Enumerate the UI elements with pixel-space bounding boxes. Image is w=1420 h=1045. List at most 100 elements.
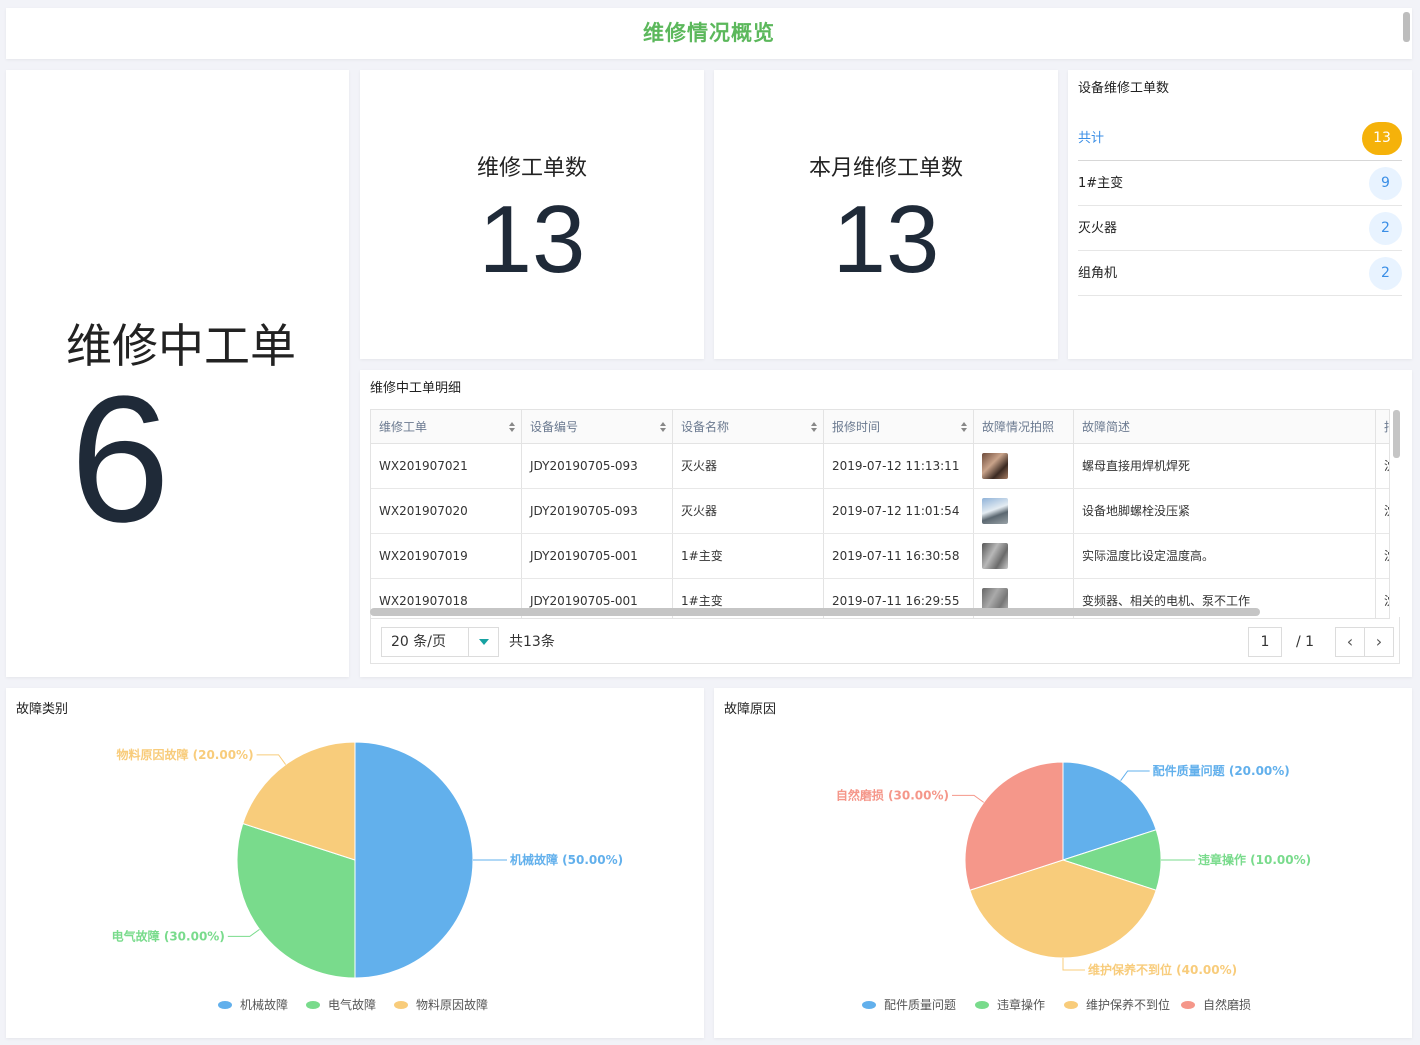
total-count: 共13条: [509, 634, 555, 650]
pie-label-line: [1120, 770, 1150, 782]
fault-reason-title: 故障原因: [724, 702, 777, 717]
page-title: 维修情况概览: [643, 21, 775, 45]
cell-name: 灭火器: [673, 489, 824, 533]
header-bar: 维修情况概览: [6, 8, 1412, 59]
table-row[interactable]: WX201907019 JDY20190705-001 1#主变 2019-07…: [371, 534, 1389, 579]
column-header-more: 报: [1376, 410, 1389, 443]
legend-marker-icon[interactable]: [394, 1001, 408, 1009]
equipment-total-badge: 13: [1362, 122, 1402, 155]
equipment-orders-title: 设备维修工单数: [1078, 81, 1170, 96]
cell-more: 沈: [1376, 534, 1389, 578]
list-item[interactable]: 组角机 2: [1078, 251, 1402, 296]
legend-marker-icon[interactable]: [862, 1001, 876, 1009]
pagination: 20 条/页 共13条 1 / 1 ‹ ›: [370, 617, 1400, 664]
cell-order: WX201907021: [371, 444, 522, 488]
equipment-orders-card: 设备维修工单数 共计 13 1#主变 9 灭火器 2 组角机 2: [1068, 70, 1412, 359]
pie-label-line: [1062, 958, 1085, 971]
legend-label[interactable]: 物料原因故障: [416, 997, 488, 1012]
sort-icon[interactable]: [660, 422, 666, 432]
equipment-item-label: 1#主变: [1078, 176, 1124, 191]
legend-label[interactable]: 违章操作: [997, 997, 1045, 1012]
list-item[interactable]: 灭火器 2: [1078, 206, 1402, 251]
legend-label[interactable]: 维护保养不到位: [1086, 997, 1170, 1012]
cell-order: WX201907020: [371, 489, 522, 533]
pie-label: 物料原因故障 (20.00%): [116, 747, 253, 762]
detail-card: 维修中工单明细 维修工单 设备编号 设备名称 报修时间 故障情况拍照 故障简述 …: [360, 370, 1412, 677]
equipment-item-label: 灭火器: [1078, 221, 1118, 236]
cell-photo: [974, 444, 1074, 488]
chevron-right-icon: ›: [1375, 632, 1383, 651]
sort-icon[interactable]: [961, 422, 967, 432]
prev-page-button[interactable]: ‹: [1335, 627, 1365, 657]
cell-name: 1#主变: [673, 534, 824, 578]
cell-code: JDY20190705-093: [522, 489, 673, 533]
pie-label-line: [256, 754, 287, 765]
cell-time: 2019-07-11 16:30:58: [824, 534, 974, 578]
cell-name: 灭火器: [673, 444, 824, 488]
column-header-code[interactable]: 设备编号: [522, 410, 673, 443]
pie-label: 电气故障 (30.00%): [112, 928, 225, 943]
legend-marker-icon[interactable]: [306, 1001, 320, 1009]
pie-label: 违章操作 (10.00%): [1198, 852, 1311, 867]
chevron-left-icon: ‹: [1346, 632, 1354, 651]
fault-photo-thumbnail[interactable]: [982, 543, 1008, 569]
legend-label[interactable]: 电气故障: [328, 997, 376, 1012]
legend-label[interactable]: 机械故障: [240, 997, 288, 1012]
cell-desc: 实际温度比设定温度高。: [1074, 534, 1376, 578]
page-number-input[interactable]: 1: [1248, 627, 1282, 657]
fault-photo-thumbnail[interactable]: [982, 498, 1008, 524]
legend-marker-icon[interactable]: [975, 1001, 989, 1009]
pie-label: 维护保养不到位 (40.00%): [1088, 962, 1237, 977]
equipment-total-label: 共计: [1078, 131, 1105, 146]
equipment-count-badge: 2: [1369, 257, 1402, 290]
table-horizontal-scrollbar[interactable]: [370, 608, 1260, 616]
legend-marker-icon[interactable]: [218, 1001, 232, 1009]
in-progress-value: 6: [70, 359, 171, 560]
page-scrollbar[interactable]: [1403, 12, 1410, 42]
fault-photo-thumbnail[interactable]: [982, 453, 1008, 479]
page-total: / 1: [1296, 634, 1315, 650]
sort-icon[interactable]: [509, 422, 515, 432]
equipment-item-label: 组角机: [1078, 266, 1118, 281]
table-row[interactable]: WX201907020 JDY20190705-093 灭火器 2019-07-…: [371, 489, 1389, 534]
cell-photo: [974, 489, 1074, 533]
list-item[interactable]: 1#主变 9: [1078, 161, 1402, 206]
month-orders-card: 本月维修工单数 13: [714, 70, 1058, 359]
legend-marker-icon[interactable]: [1064, 1001, 1078, 1009]
cell-photo: [974, 534, 1074, 578]
cell-time: 2019-07-12 11:01:54: [824, 489, 974, 533]
table-vertical-scrollbar[interactable]: [1393, 410, 1400, 458]
page-size-value: 20 条/页: [391, 634, 446, 650]
cell-code: JDY20190705-001: [522, 534, 673, 578]
column-header-order[interactable]: 维修工单: [371, 410, 522, 443]
fault-category-chart-card: 机械故障 (50.00%) 电气故障 (30.00%) 物料原因故障 (20.00%…: [6, 688, 704, 1038]
table-header: 维修工单 设备编号 设备名称 报修时间 故障情况拍照 故障简述 报: [371, 410, 1389, 444]
table-row[interactable]: WX201907021 JDY20190705-093 灭火器 2019-07-…: [371, 444, 1389, 489]
total-orders-value: 13: [478, 186, 586, 293]
next-page-button[interactable]: ›: [1364, 627, 1394, 657]
cell-more: 沈: [1376, 489, 1389, 533]
page-size-select[interactable]: 20 条/页: [381, 627, 499, 657]
pie-slice[interactable]: [354, 741, 474, 979]
column-header-time[interactable]: 报修时间: [824, 410, 974, 443]
caret-down-icon[interactable]: [468, 628, 498, 656]
column-header-desc: 故障简述: [1074, 410, 1376, 443]
column-header-name[interactable]: 设备名称: [673, 410, 824, 443]
legend-label[interactable]: 自然磨损: [1203, 997, 1251, 1012]
cell-code: JDY20190705-093: [522, 444, 673, 488]
sort-icon[interactable]: [811, 422, 817, 432]
cell-more: 沈: [1376, 444, 1389, 488]
fault-category-title: 故障类别: [16, 702, 69, 717]
legend-marker-icon[interactable]: [1181, 1001, 1195, 1009]
cell-desc: 设备地脚螺栓没压紧: [1074, 489, 1376, 533]
total-orders-card: 维修工单数 13: [360, 70, 704, 359]
fault-reason-pie-chart: 配件质量问题 (20.00%) 违章操作 (10.00%) 维护保养不到位 (40.…: [836, 761, 1311, 1012]
equipment-count-badge: 2: [1369, 212, 1402, 245]
legend-label[interactable]: 配件质量问题: [884, 998, 956, 1012]
total-orders-label: 维修工单数: [476, 156, 587, 181]
fault-category-pie-chart: 机械故障 (50.00%) 电气故障 (30.00%) 物料原因故障 (20.00%…: [112, 741, 623, 1012]
cell-order: WX201907019: [371, 534, 522, 578]
equipment-total-row[interactable]: 共计 13: [1078, 116, 1402, 161]
pie-label: 配件质量问题 (20.00%): [1153, 763, 1290, 778]
pie-label: 自然磨损 (30.00%): [836, 787, 949, 802]
